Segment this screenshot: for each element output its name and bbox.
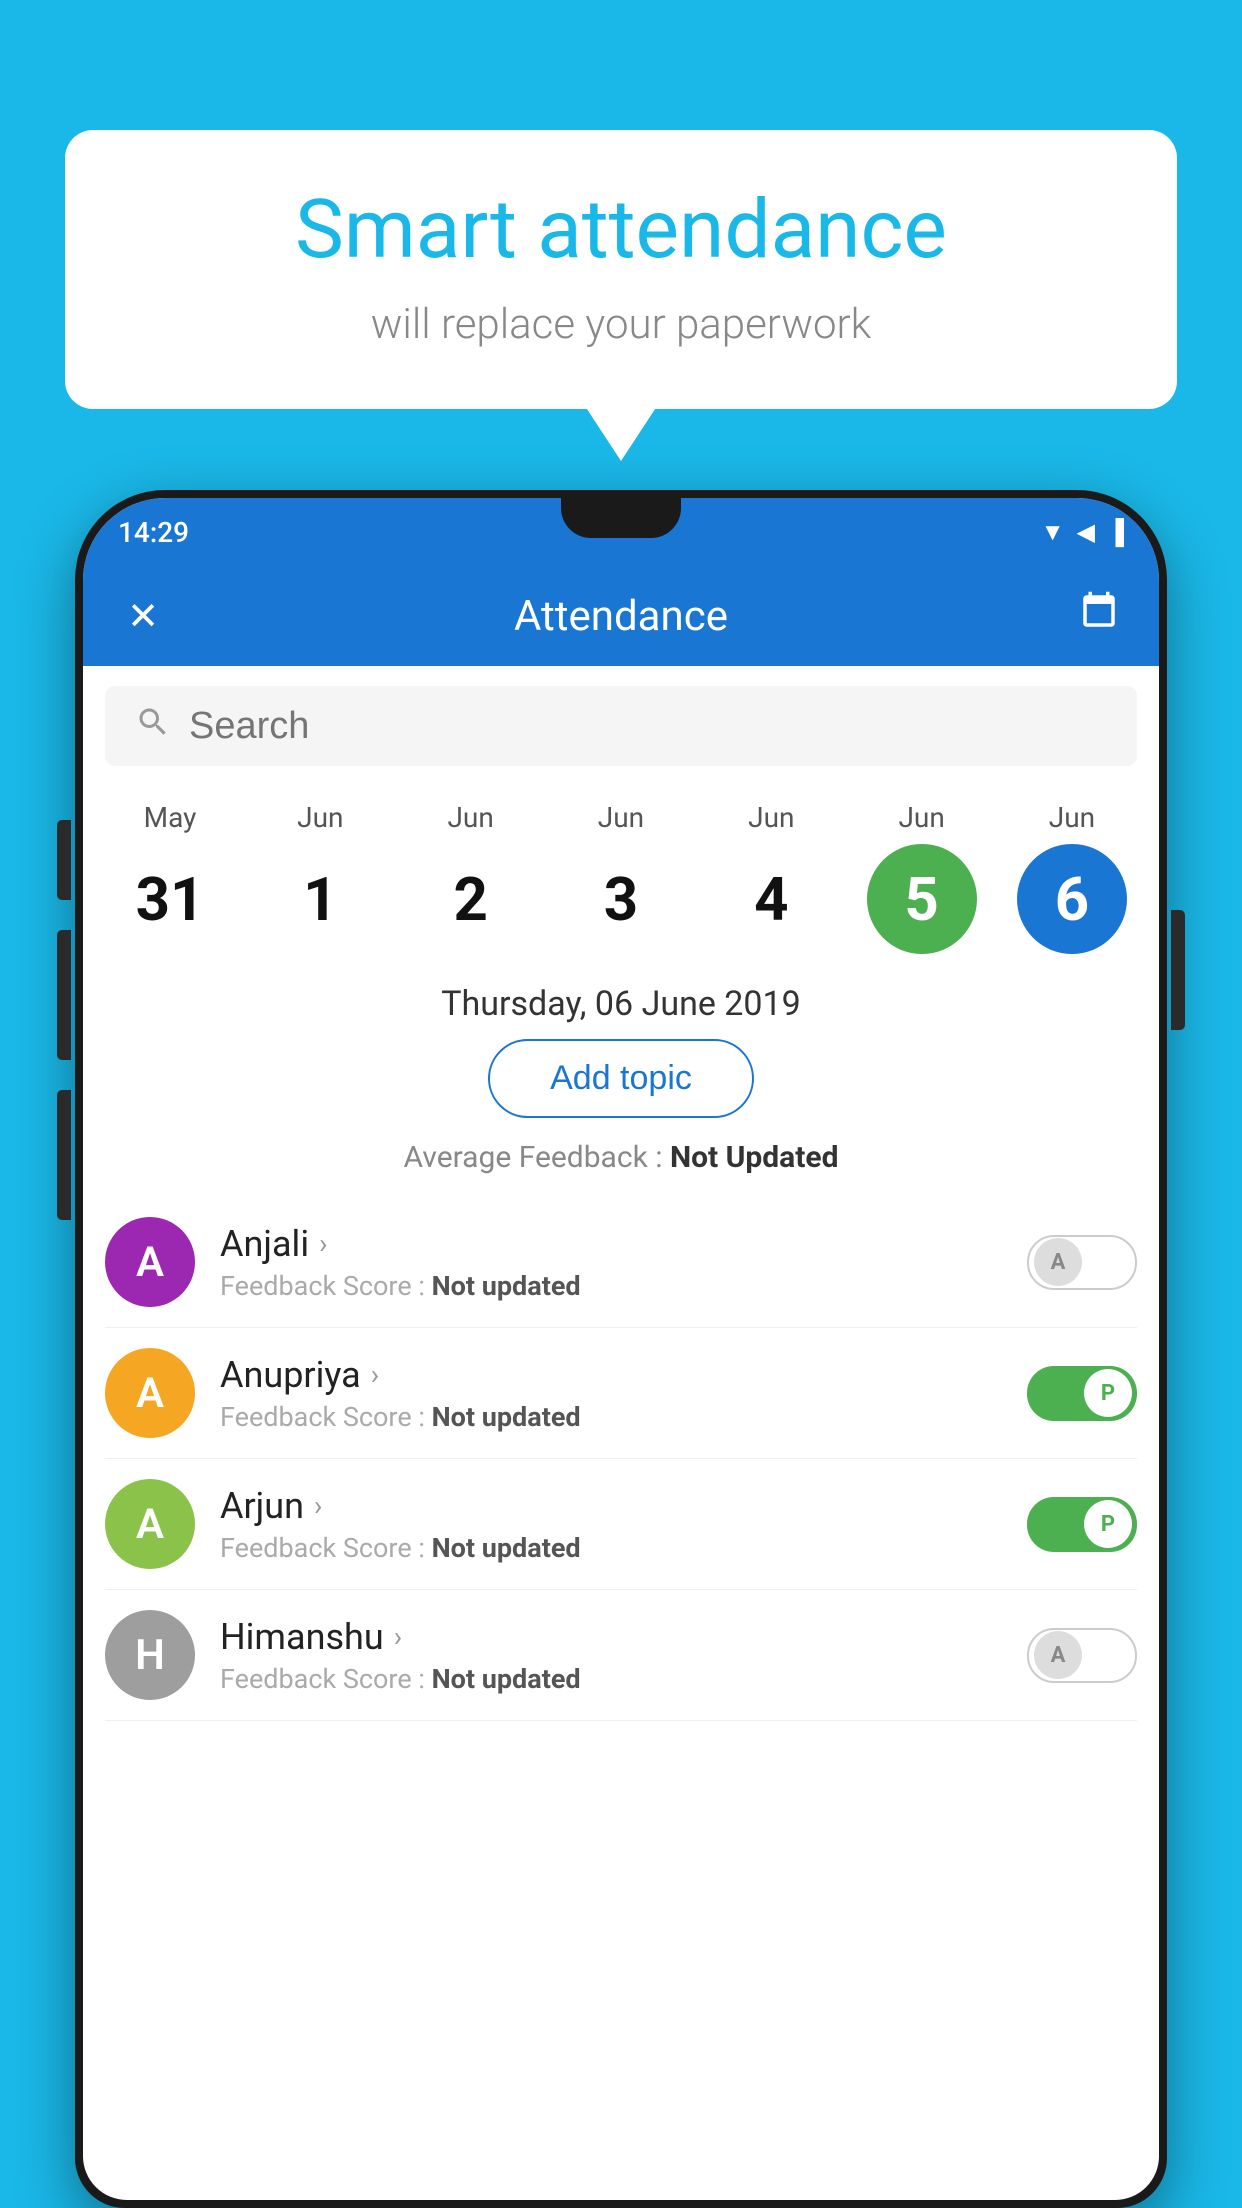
student-name-0: Anjali › [220,1223,1027,1265]
date-heading: Thursday, 06 June 2019 [83,964,1159,1039]
day-month-6: Jun [1049,801,1095,834]
status-bar: 14:29 ▼ ◀ ▐ [83,498,1159,566]
student-info-3: Himanshu › Feedback Score : Not updated [195,1616,1027,1695]
avg-feedback-label: Average Feedback : [404,1140,670,1175]
toggle-knob-2: P [1084,1500,1132,1548]
side-button-left-3 [57,1090,71,1220]
day-number-0: 31 [115,844,225,954]
calendar-button[interactable] [1074,590,1124,642]
student-row-1[interactable]: A Anupriya › Feedback Score : Not updated P [105,1328,1137,1459]
calendar-day-1[interactable]: Jun 1 [255,801,385,954]
student-info-1: Anupriya › Feedback Score : Not updated [195,1354,1027,1433]
calendar-day-5[interactable]: Jun 5 [857,801,987,954]
close-button[interactable]: ✕ [118,594,168,639]
calendar-day-3[interactable]: Jun 3 [556,801,686,954]
day-month-5: Jun [898,801,944,834]
battery-icon: ▐ [1107,518,1124,547]
attendance-toggle-3[interactable]: A [1027,1628,1137,1683]
attendance-toggle-2[interactable]: P [1027,1497,1137,1552]
bubble-subtitle: will replace your paperwork [125,300,1117,349]
day-number-2: 2 [416,844,526,954]
wifi-icon: ▼ [1041,518,1065,547]
calendar-day-4[interactable]: Jun 4 [706,801,836,954]
bubble-title: Smart attendance [125,185,1117,275]
student-feedback-0: Feedback Score : Not updated [220,1270,1027,1302]
speech-bubble-container: Smart attendance will replace your paper… [65,130,1177,409]
phone-frame: 14:29 ▼ ◀ ▐ ✕ Attendance [75,490,1167,2208]
student-feedback-3: Feedback Score : Not updated [220,1663,1027,1695]
notch [561,498,681,538]
toggle-knob-3: A [1034,1631,1082,1679]
student-name-2: Arjun › [220,1485,1027,1527]
side-button-left-2 [57,930,71,1060]
student-name-3: Himanshu › [220,1616,1027,1658]
add-topic-button[interactable]: Add topic [488,1039,754,1118]
day-month-0: May [144,801,197,834]
calendar-day-0[interactable]: May 31 [105,801,235,954]
student-name-1: Anupriya › [220,1354,1027,1396]
day-month-1: Jun [297,801,343,834]
day-month-2: Jun [447,801,493,834]
attendance-toggle-1[interactable]: P [1027,1366,1137,1421]
search-bar[interactable] [105,686,1137,766]
side-button-left-1 [57,820,71,900]
toggle-knob-0: A [1034,1238,1082,1286]
search-input[interactable] [189,705,1107,748]
calendar-strip: May 31 Jun 1 Jun 2 Jun 3 Jun 4 Jun 5 Jun 6 [83,786,1159,964]
student-chevron-1: › [371,1358,379,1391]
avg-feedback-value: Not Updated [670,1140,839,1175]
calendar-day-2[interactable]: Jun 2 [406,801,536,954]
student-feedback-1: Feedback Score : Not updated [220,1401,1027,1433]
speech-bubble: Smart attendance will replace your paper… [65,130,1177,409]
status-icons: ▼ ◀ ▐ [1041,518,1124,547]
status-time: 14:29 [118,516,189,549]
search-icon [135,704,171,749]
student-chevron-3: › [394,1620,402,1653]
day-number-6: 6 [1017,844,1127,954]
day-number-5: 5 [867,844,977,954]
day-month-4: Jun [748,801,794,834]
side-button-right [1171,910,1185,1030]
student-row-3[interactable]: H Himanshu › Feedback Score : Not updatedA [105,1590,1137,1721]
attendance-toggle-0[interactable]: A [1027,1235,1137,1290]
student-avatar-3: H [105,1610,195,1700]
student-avatar-0: A [105,1217,195,1307]
day-number-1: 1 [265,844,375,954]
app-bar-title: Attendance [198,592,1044,641]
average-feedback: Average Feedback : Not Updated [83,1140,1159,1197]
student-chevron-0: › [319,1227,327,1260]
phone-screen: 14:29 ▼ ◀ ▐ ✕ Attendance [83,498,1159,2200]
student-list: AAnjali ›Feedback Score : Not updatedAAA… [83,1197,1159,1721]
student-row-2[interactable]: A Arjun › Feedback Score : Not updated P [105,1459,1137,1590]
calendar-day-6[interactable]: Jun 6 [1007,801,1137,954]
student-info-2: Arjun › Feedback Score : Not updated [195,1485,1027,1564]
signal-icon: ◀ [1077,518,1095,546]
student-info-0: Anjali › Feedback Score : Not updated [195,1223,1027,1302]
student-feedback-2: Feedback Score : Not updated [220,1532,1027,1564]
student-avatar-1: A [105,1348,195,1438]
day-month-3: Jun [598,801,644,834]
day-number-4: 4 [716,844,826,954]
day-number-3: 3 [566,844,676,954]
toggle-knob-1: P [1084,1369,1132,1417]
student-avatar-2: A [105,1479,195,1569]
student-chevron-2: › [314,1489,322,1522]
student-row-0[interactable]: AAnjali ›Feedback Score : Not updatedA [105,1197,1137,1328]
app-bar: ✕ Attendance [83,566,1159,666]
